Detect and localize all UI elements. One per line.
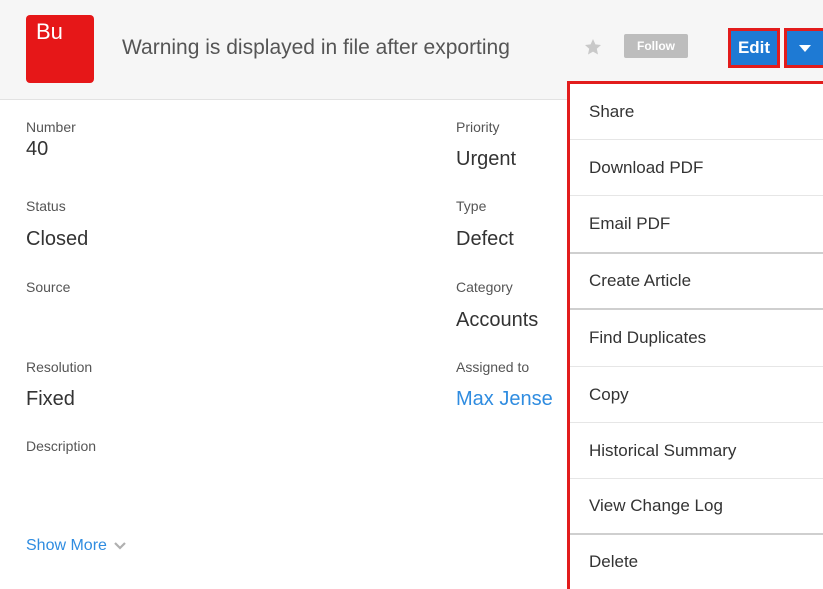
menu-item-find-duplicates[interactable]: Find Duplicates [570, 310, 823, 367]
type-label: Type [456, 198, 487, 214]
show-more-link[interactable]: Show More [26, 537, 127, 555]
menu-item-email-pdf[interactable]: Email PDF [570, 196, 823, 254]
source-label: Source [26, 279, 71, 295]
status-value: Closed [26, 228, 89, 250]
category-label: Category [456, 279, 513, 295]
resolution-value: Fixed [26, 388, 75, 410]
actions-dropdown-toggle[interactable] [784, 28, 823, 68]
chevron-down-icon [799, 44, 811, 52]
menu-item-copy[interactable]: Copy [570, 367, 823, 423]
module-badge-label: Bu [36, 19, 63, 44]
priority-label: Priority [456, 119, 500, 135]
menu-item-delete[interactable]: Delete [570, 535, 823, 589]
menu-item-download-pdf[interactable]: Download PDF [570, 140, 823, 196]
show-more-label: Show More [26, 537, 107, 554]
menu-item-create-article[interactable]: Create Article [570, 254, 823, 310]
resolution-label: Resolution [26, 359, 93, 375]
number-value: 40 [26, 138, 49, 160]
star-icon[interactable] [583, 37, 603, 57]
menu-item-view-change-log[interactable]: View Change Log [570, 479, 823, 535]
menu-item-historical-summary[interactable]: Historical Summary [570, 423, 823, 479]
follow-button[interactable]: Follow [624, 34, 688, 58]
type-value: Defect [456, 228, 514, 250]
module-badge: Bu [26, 15, 94, 83]
status-label: Status [26, 198, 66, 214]
number-label: Number [26, 119, 76, 135]
edit-button[interactable]: Edit [728, 28, 780, 68]
description-label: Description [26, 438, 97, 454]
menu-item-share[interactable]: Share [570, 84, 823, 140]
chevron-down-icon [114, 542, 126, 550]
category-value: Accounts [456, 309, 539, 331]
assigned-to-label: Assigned to [456, 359, 530, 375]
assigned-to-link[interactable]: Max Jense [456, 388, 553, 411]
record-title: Warning is displayed in file after expor… [122, 36, 510, 59]
priority-value: Urgent [456, 148, 517, 170]
actions-dropdown-menu: Share Download PDF Email PDF Create Arti… [567, 81, 823, 589]
